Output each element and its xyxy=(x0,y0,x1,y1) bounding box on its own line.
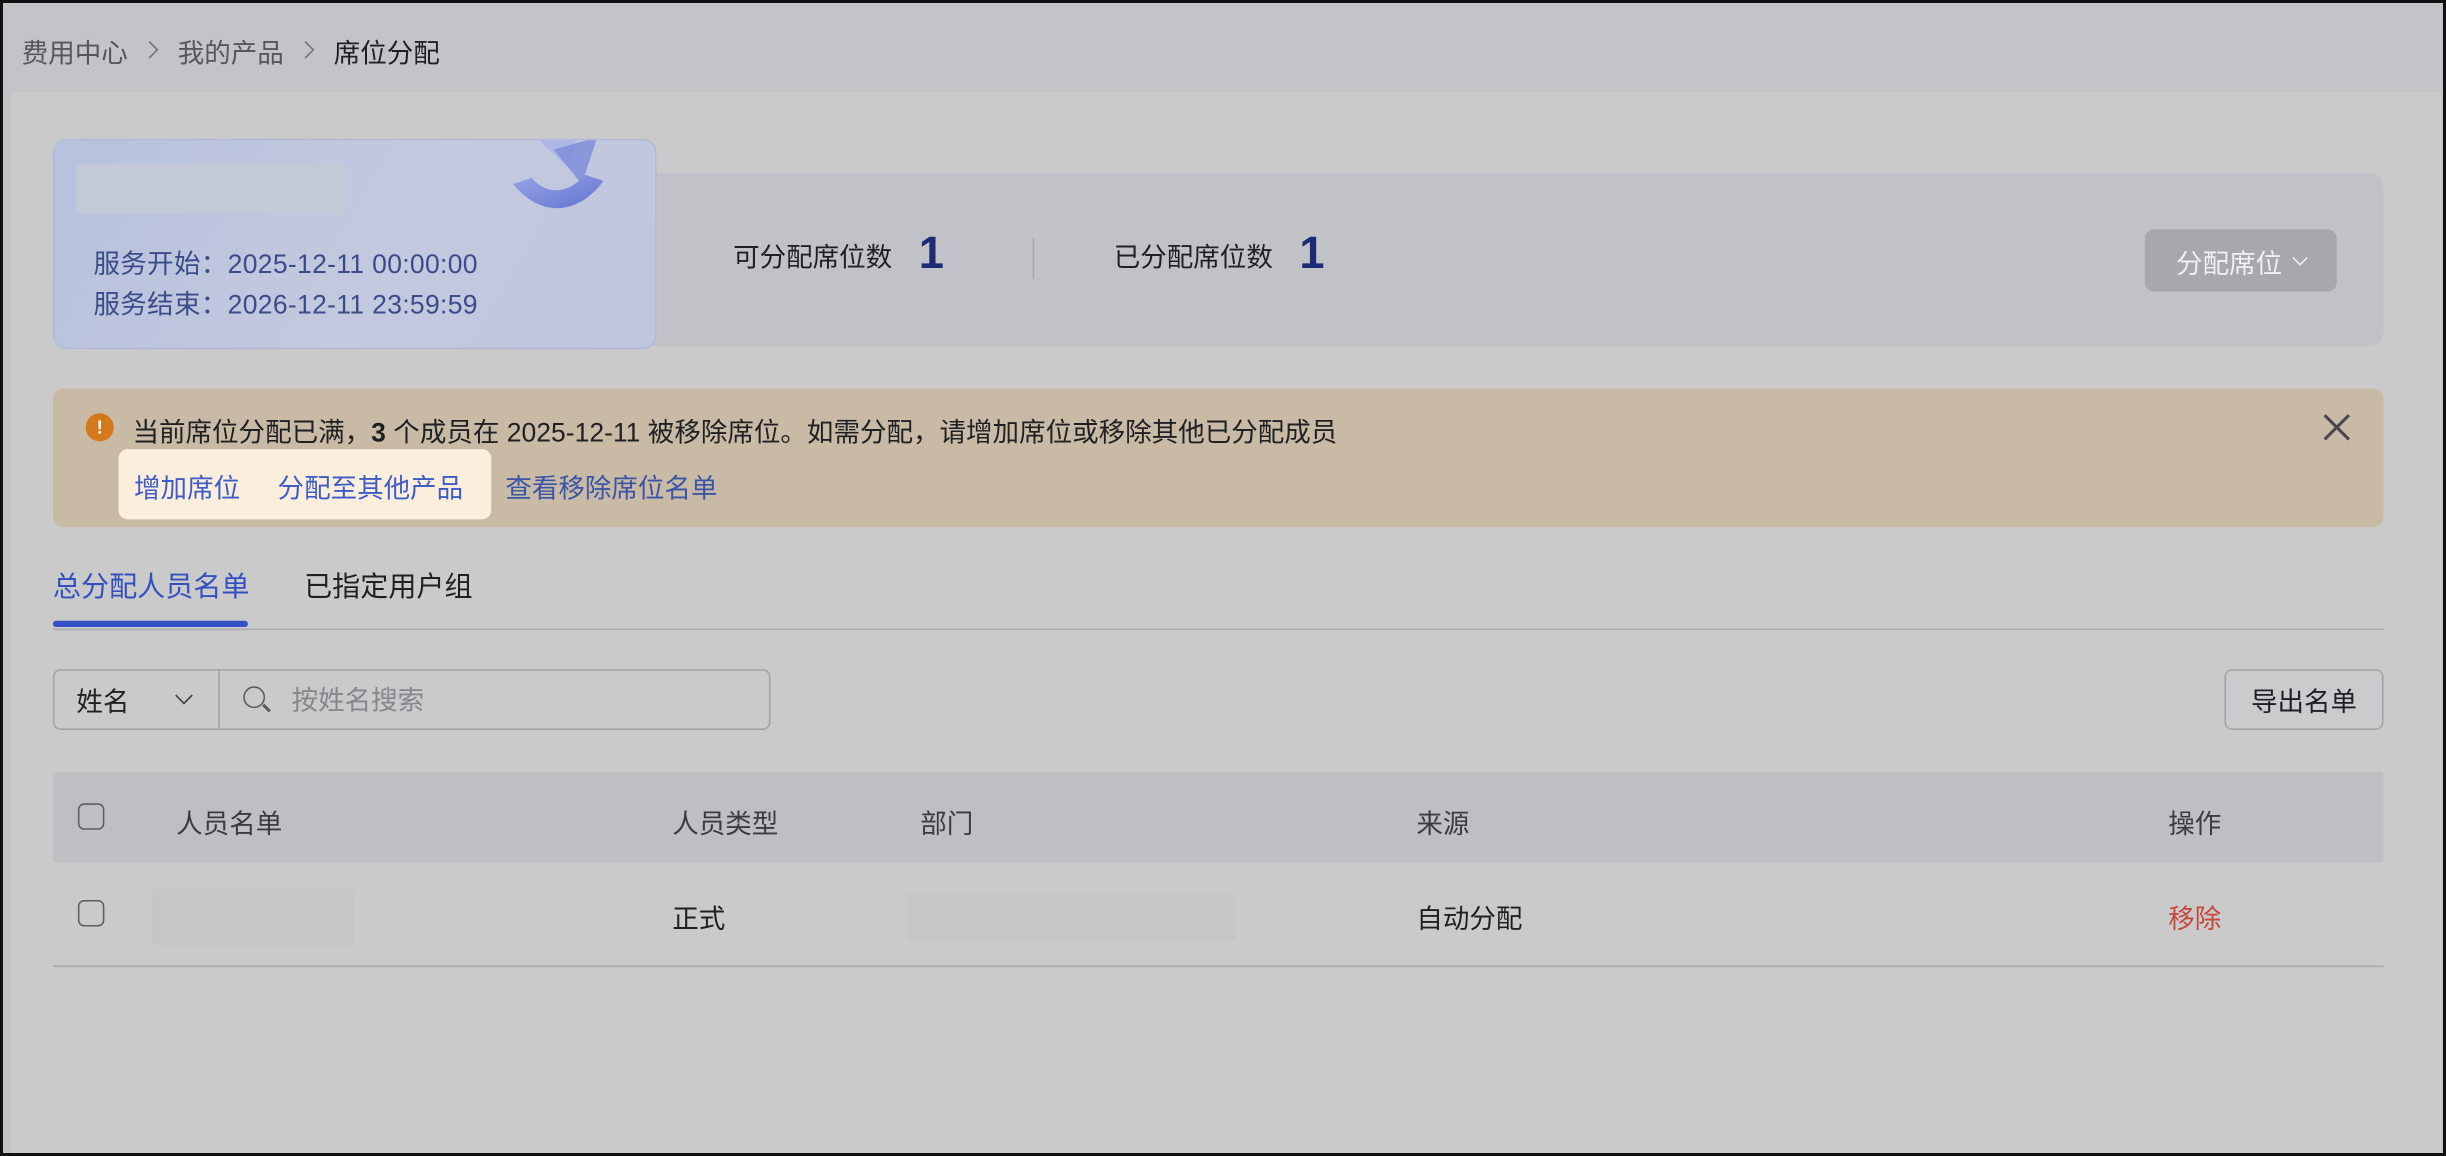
remove-member-link[interactable]: 移除 xyxy=(2168,897,2221,936)
assign-other-product-link[interactable]: 分配至其他产品 xyxy=(278,466,464,505)
app-frame: 费用中心 我的产品 席位分配 服务开始：2025-12-11 00:00:00 … xyxy=(0,0,2446,1156)
stat-assigned-label: 已分配席位数 xyxy=(1113,243,1273,273)
member-type: 正式 xyxy=(672,904,726,935)
warning-icon: ! xyxy=(85,413,114,442)
search-field-select[interactable]: 姓名 xyxy=(54,670,220,729)
breadcrumb-seat-assignment: 席位分配 xyxy=(333,38,440,68)
search-filter: 姓名 xyxy=(52,669,771,730)
stat-assigned-seats: 已分配席位数 1 xyxy=(1114,229,1325,280)
stat-available-seats: 可分配席位数 1 xyxy=(733,229,944,280)
column-header-actions: 操作 xyxy=(2168,809,2222,840)
product-card: 服务开始：2025-12-11 00:00:00 服务结束：2026-12-11… xyxy=(52,138,657,350)
product-name-redacted xyxy=(76,163,347,214)
column-header-source: 来源 xyxy=(1416,809,1470,840)
chevron-down-icon xyxy=(2292,249,2308,266)
alert-message: 当前席位分配已满，3 个成员在 2025-12-11 被移除席位。如需分配，请增… xyxy=(132,410,1337,449)
alert-removed-count: 3 xyxy=(371,417,386,448)
assignment-source: 自动分配 xyxy=(1416,904,1523,935)
column-header-member-type: 人员类型 xyxy=(672,809,779,840)
chevron-right-icon xyxy=(140,40,159,59)
add-seats-link[interactable]: 增加席位 xyxy=(134,466,240,505)
service-start: 服务开始：2025-12-11 00:00:00 xyxy=(93,249,478,280)
stat-divider xyxy=(1032,238,1035,280)
chevron-right-icon xyxy=(296,40,315,59)
chevron-down-icon xyxy=(175,686,193,705)
stat-assigned-value: 1 xyxy=(1299,229,1325,280)
tab-all-assigned-members[interactable]: 总分配人员名单 xyxy=(53,565,250,606)
active-tab-indicator xyxy=(52,620,248,627)
row-checkbox[interactable] xyxy=(77,899,105,927)
close-icon[interactable] xyxy=(2321,412,2352,443)
search-input[interactable] xyxy=(288,680,748,724)
alert-message-prefix: 当前席位分配已满， xyxy=(132,417,372,448)
column-header-members: 人员名单 xyxy=(176,809,283,840)
tab-assigned-user-groups[interactable]: 已指定用户组 xyxy=(304,565,472,606)
stat-available-label: 可分配席位数 xyxy=(733,243,893,273)
search-field-value: 姓名 xyxy=(76,687,130,718)
product-illustration-icon xyxy=(513,140,604,209)
service-end: 服务结束：2026-12-11 23:59:59 xyxy=(93,290,478,320)
assign-seats-button[interactable]: 分配席位 xyxy=(2144,229,2337,292)
column-header-department: 部门 xyxy=(920,809,974,840)
assign-seats-label: 分配席位 xyxy=(2176,248,2283,279)
table-row: 正式 自动分配 移除 xyxy=(52,863,2384,968)
view-removed-list-link[interactable]: 查看移除席位名单 xyxy=(505,466,717,505)
seat-full-alert: ! 当前席位分配已满，3 个成员在 2025-12-11 被移除席位。如需分配，… xyxy=(52,388,2384,528)
breadcrumb: 费用中心 我的产品 席位分配 xyxy=(22,30,440,69)
search-icon xyxy=(243,686,266,709)
stat-available-value: 1 xyxy=(918,229,944,280)
tab-bar: 总分配人员名单 已指定用户组 xyxy=(52,565,2384,631)
export-list-button[interactable]: 导出名单 xyxy=(2224,669,2384,730)
breadcrumb-fee-center[interactable]: 费用中心 xyxy=(22,30,128,69)
select-all-checkbox[interactable] xyxy=(77,803,105,830)
table-header: 人员名单 人员类型 部门 来源 操作 xyxy=(52,772,2384,863)
breadcrumb-my-products[interactable]: 我的产品 xyxy=(178,30,284,69)
member-name-redacted xyxy=(152,887,354,946)
department-redacted xyxy=(906,893,1236,941)
alert-message-suffix: 个成员在 2025-12-11 被移除席位。如需分配，请增加席位或移除其他已分配… xyxy=(385,417,1338,448)
